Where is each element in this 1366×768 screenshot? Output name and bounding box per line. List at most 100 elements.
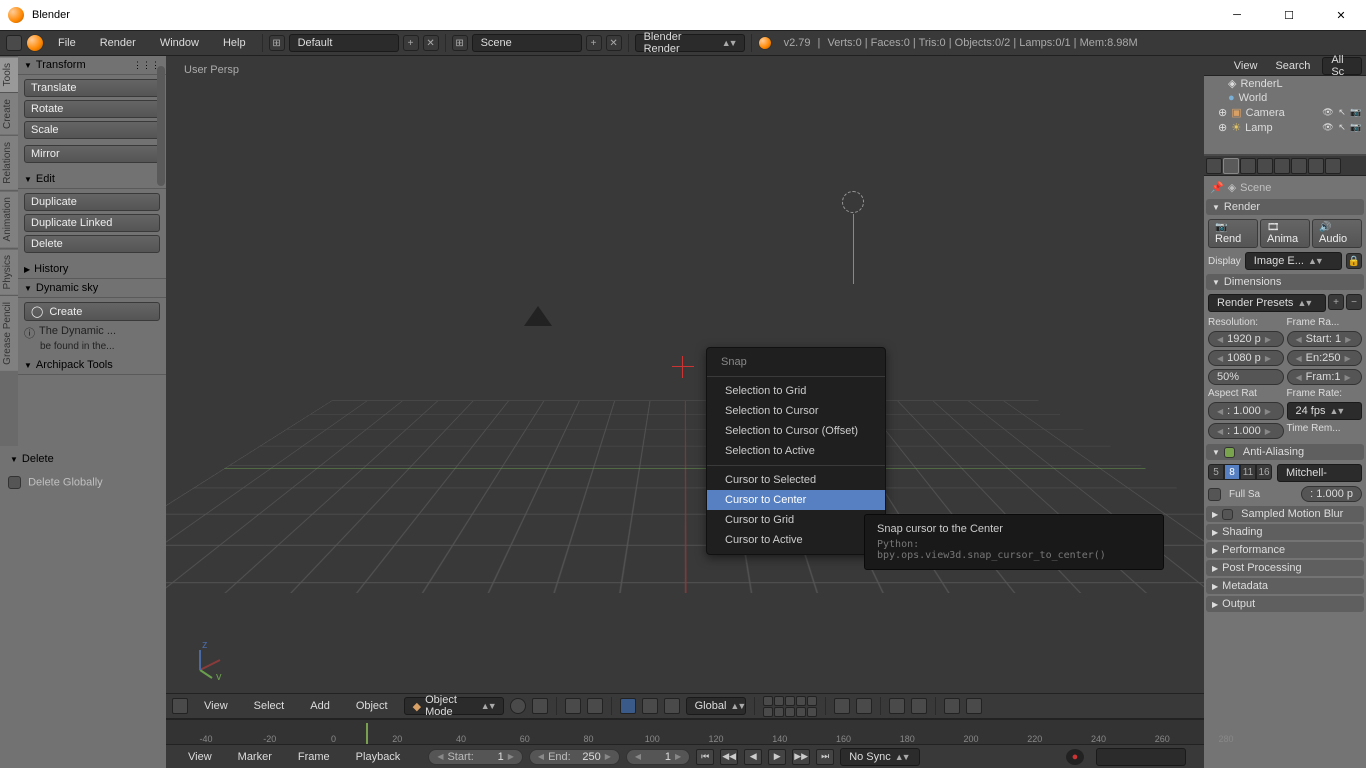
snap-selection-to-cursor[interactable]: Selection to Cursor bbox=[707, 401, 885, 421]
play-reverse-button[interactable]: ◀ bbox=[744, 749, 762, 765]
prop-tab-object[interactable] bbox=[1274, 158, 1290, 174]
camera-object[interactable] bbox=[524, 306, 552, 326]
pin-icon[interactable]: 📌 bbox=[1210, 181, 1224, 194]
render-image-button[interactable]: 📷Rend bbox=[1208, 219, 1258, 248]
frame-start-field[interactable]: ◀Start:1▶ bbox=[428, 749, 523, 765]
performance-panel-header[interactable]: ▶Performance bbox=[1206, 542, 1364, 558]
frame-start-prop[interactable]: ◀Start: 1▶ bbox=[1287, 331, 1363, 347]
timeline-cursor[interactable] bbox=[366, 723, 368, 744]
scene-add-button[interactable]: + bbox=[586, 35, 602, 51]
lamp-object[interactable] bbox=[842, 191, 864, 213]
vh-view[interactable]: View bbox=[194, 697, 238, 715]
vh-object[interactable]: Object bbox=[346, 697, 398, 715]
cursor-icon[interactable]: ↖ bbox=[1336, 122, 1348, 134]
aa-size-field[interactable]: : 1.000 p bbox=[1301, 486, 1362, 502]
minimize-button[interactable]: ─ bbox=[1220, 9, 1254, 22]
frame-current-field[interactable]: ◀1▶ bbox=[626, 749, 690, 765]
tab-grease-pencil[interactable]: Grease Pencil bbox=[0, 295, 18, 371]
aspect-y-field[interactable]: ◀: 1.000▶ bbox=[1208, 423, 1284, 439]
blender-icon[interactable] bbox=[26, 34, 44, 52]
render-panel-header[interactable]: ▼Render bbox=[1206, 199, 1364, 215]
outliner-row-render[interactable]: ◈RenderL bbox=[1204, 76, 1366, 91]
aa-enable-checkbox[interactable] bbox=[1224, 447, 1235, 458]
delete-button[interactable]: Delete bbox=[24, 235, 160, 253]
metadata-panel-header[interactable]: ▶Metadata bbox=[1206, 578, 1364, 594]
duplicate-button[interactable]: Duplicate bbox=[24, 193, 160, 211]
sync-dropdown[interactable]: No Sync▲▼ bbox=[840, 748, 920, 766]
render-image-icon[interactable] bbox=[966, 698, 982, 714]
manipulator-scale-icon[interactable] bbox=[664, 698, 680, 714]
tl-view[interactable]: View bbox=[178, 748, 222, 766]
outliner-filter-dropdown[interactable]: All Sc bbox=[1322, 57, 1362, 75]
prop-tab-modifiers[interactable] bbox=[1308, 158, 1324, 174]
aa-panel-header[interactable]: ▼Anti-Aliasing bbox=[1206, 444, 1364, 460]
snap-type-icon[interactable] bbox=[856, 698, 872, 714]
layout-remove-button[interactable]: ✕ bbox=[423, 35, 439, 51]
autokey-record-icon[interactable]: ● bbox=[1066, 749, 1084, 765]
manipulator-translate-icon[interactable] bbox=[620, 698, 636, 714]
render-presets-dropdown[interactable]: Render Presets▲▼ bbox=[1208, 294, 1326, 312]
tl-marker[interactable]: Marker bbox=[228, 748, 282, 766]
outliner-search[interactable]: Search bbox=[1269, 59, 1316, 73]
translate-button[interactable]: Translate bbox=[24, 79, 160, 97]
vh-add[interactable]: Add bbox=[300, 697, 340, 715]
panel-edit-header[interactable]: ▼Edit bbox=[18, 170, 166, 189]
menu-render[interactable]: Render bbox=[90, 34, 146, 52]
prop-tab-render[interactable] bbox=[1206, 158, 1222, 174]
create-sky-button[interactable]: ◯Create bbox=[24, 302, 160, 321]
proportional-falloff-icon[interactable] bbox=[911, 698, 927, 714]
rotate-button[interactable]: Rotate bbox=[24, 100, 160, 118]
shading-panel-header[interactable]: ▶Shading bbox=[1206, 524, 1364, 540]
editor-type-icon[interactable] bbox=[6, 35, 22, 51]
full-sample-checkbox[interactable] bbox=[1208, 488, 1221, 501]
jump-start-button[interactable]: ⏮ bbox=[696, 749, 714, 765]
fps-dropdown[interactable]: 24 fps▲▼ bbox=[1287, 402, 1363, 420]
dimensions-panel-header[interactable]: ▼Dimensions bbox=[1206, 274, 1364, 290]
next-key-button[interactable]: ▶▶ bbox=[792, 749, 810, 765]
res-x-field[interactable]: ◀1920 p▶ bbox=[1208, 331, 1284, 347]
layer-buttons[interactable] bbox=[763, 696, 817, 717]
output-panel-header[interactable]: ▶Output bbox=[1206, 596, 1364, 612]
play-button[interactable]: ▶ bbox=[768, 749, 786, 765]
outliner-editor-icon[interactable] bbox=[1208, 59, 1222, 73]
delete-globally-checkbox[interactable] bbox=[8, 476, 21, 489]
snap-cursor-to-selected[interactable]: Cursor to Selected bbox=[707, 470, 885, 490]
motion-blur-panel-header[interactable]: ▶Sampled Motion Blur bbox=[1206, 506, 1364, 522]
tab-animation[interactable]: Animation bbox=[0, 190, 18, 247]
tab-create[interactable]: Create bbox=[0, 92, 18, 135]
preset-add-button[interactable]: + bbox=[1328, 294, 1344, 310]
snap-selection-to-grid[interactable]: Selection to Grid bbox=[707, 381, 885, 401]
prev-key-button[interactable]: ◀◀ bbox=[720, 749, 738, 765]
proportional-edit-icon[interactable] bbox=[889, 698, 905, 714]
aa-16[interactable]: 16 bbox=[1256, 464, 1272, 480]
pivot-mode-icon[interactable] bbox=[587, 698, 603, 714]
screen-layout-dropdown[interactable]: Default bbox=[289, 34, 399, 52]
prop-tab-constraints[interactable] bbox=[1291, 158, 1307, 174]
aa-5[interactable]: 5 bbox=[1208, 464, 1224, 480]
maximize-button[interactable]: ☐ bbox=[1272, 9, 1306, 22]
menu-help[interactable]: Help bbox=[213, 34, 256, 52]
tab-physics[interactable]: Physics bbox=[0, 248, 18, 295]
frame-end-field[interactable]: ◀End:250▶ bbox=[529, 749, 620, 765]
panel-transform-header[interactable]: ▼Transform⋮⋮⋮ bbox=[18, 56, 166, 75]
scale-button[interactable]: Scale bbox=[24, 121, 160, 139]
outliner-row-camera[interactable]: ⊕▣Camera👁↖📷 bbox=[1204, 105, 1366, 120]
scene-remove-button[interactable]: ✕ bbox=[606, 35, 622, 51]
frame-step-prop[interactable]: ◀Fram:1▶ bbox=[1287, 369, 1363, 385]
menu-file[interactable]: File bbox=[48, 34, 86, 52]
render-icon[interactable]: 📷 bbox=[1350, 107, 1362, 119]
lock-interface-icon[interactable]: 🔒 bbox=[1346, 253, 1362, 269]
motion-blur-checkbox[interactable] bbox=[1222, 509, 1233, 520]
snap-cursor-to-active[interactable]: Cursor to Active bbox=[707, 530, 885, 550]
jump-end-button[interactable]: ⏭ bbox=[816, 749, 834, 765]
render-icon[interactable]: 📷 bbox=[1350, 122, 1362, 134]
snap-selection-to-active[interactable]: Selection to Active bbox=[707, 441, 885, 461]
aa-8[interactable]: 8 bbox=[1224, 464, 1240, 480]
snap-cursor-to-center[interactable]: Cursor to Center bbox=[707, 490, 885, 510]
snap-cursor-to-grid[interactable]: Cursor to Grid bbox=[707, 510, 885, 530]
vh-select[interactable]: Select bbox=[244, 697, 295, 715]
panel-dynamic-sky-header[interactable]: ▼Dynamic sky bbox=[18, 279, 166, 298]
keying-set-dropdown[interactable] bbox=[1096, 748, 1186, 766]
menu-window[interactable]: Window bbox=[150, 34, 209, 52]
preset-remove-button[interactable]: − bbox=[1346, 294, 1362, 310]
